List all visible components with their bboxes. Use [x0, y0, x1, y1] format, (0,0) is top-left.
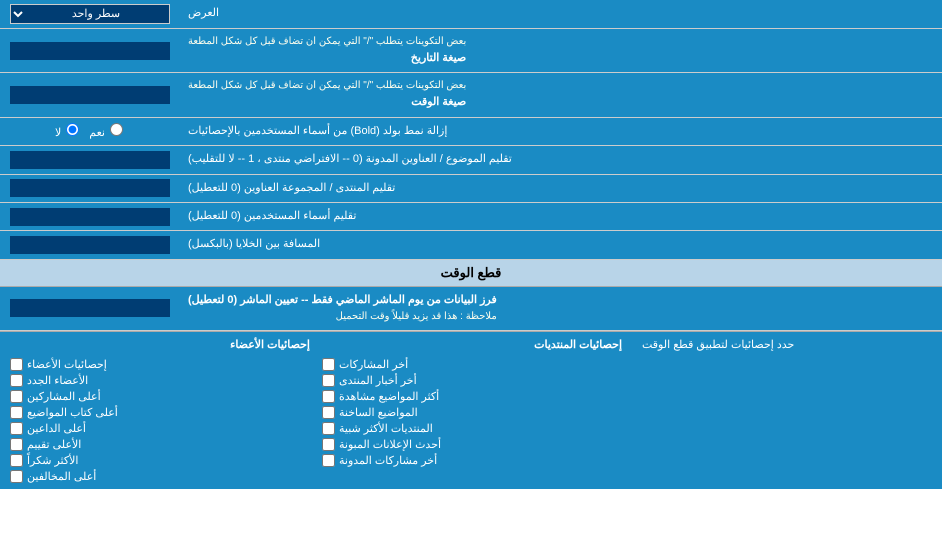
radio-yes-label[interactable]: نعم	[89, 123, 125, 139]
time-cut-input-cell: 0	[0, 287, 180, 330]
usernames-row: تقليم أسماء المستخدمين (0 للتعطيل) 0	[0, 203, 942, 231]
topics-titles-input[interactable]: 33	[10, 151, 170, 169]
checkbox-item: أحدث الإعلانات المبونة	[322, 438, 622, 451]
chk-last-posts[interactable]	[322, 358, 335, 371]
checkbox-item: أخر أخبار المنتدى	[322, 374, 622, 387]
radio-yes[interactable]	[110, 123, 123, 136]
checkbox-item: أعلى المخالفين	[10, 470, 310, 483]
checkboxes-area: إحصائيات المنتديات أخر المشاركات أخر أخب…	[0, 332, 632, 489]
chk-top-posters[interactable]	[10, 390, 23, 403]
checkbox-item: أعلى الداعين	[10, 422, 310, 435]
date-format-input-cell: d-m	[0, 29, 180, 72]
chk-hot-topics[interactable]	[322, 406, 335, 419]
chk-new-members[interactable]	[10, 374, 23, 387]
checkbox-item: أعلى المشاركين	[10, 390, 310, 403]
cell-spacing-label: المسافة بين الخلايا (بالبكسل)	[180, 231, 942, 258]
stats-section: حدد إحصائيات لتطبيق قطع الوقت إحصائيات ا…	[0, 331, 942, 489]
cell-spacing-input[interactable]: 2	[10, 236, 170, 254]
usernames-input[interactable]: 0	[10, 208, 170, 226]
forum-group-input[interactable]: 33	[10, 179, 170, 197]
usernames-label: تقليم أسماء المستخدمين (0 للتعطيل)	[180, 203, 942, 230]
chk-most-thanked[interactable]	[10, 454, 23, 467]
time-format-input[interactable]: H:i	[10, 86, 170, 104]
chk-top-topic-writers[interactable]	[10, 406, 23, 419]
member-stats-col: إحصائيات الأعضاء إحصائيات الأعضاء الأعضا…	[4, 336, 316, 485]
forum-group-row: تقليم المنتدى / المجموعة العناوين (0 للت…	[0, 175, 942, 203]
header-input-cell: سطر واحد سطران ثلاثة أسطر	[0, 0, 180, 28]
col1-header: إحصائيات المنتديات	[322, 338, 622, 351]
stats-apply-label: حدد إحصائيات لتطبيق قطع الوقت	[632, 332, 942, 489]
time-format-input-cell: H:i	[0, 73, 180, 116]
checkbox-item: الأعلى تقييم	[10, 438, 310, 451]
radio-no-label[interactable]: لا	[55, 123, 81, 139]
bold-remove-radio-cell: نعم لا	[0, 118, 180, 145]
checkbox-item: إحصائيات الأعضاء	[10, 358, 310, 371]
chk-top-inviters[interactable]	[10, 422, 23, 435]
time-cut-input[interactable]: 0	[10, 299, 170, 317]
col2-header: إحصائيات الأعضاء	[10, 338, 310, 351]
topics-titles-row: تقليم الموضوع / العناوين المدونة (0 -- ا…	[0, 146, 942, 174]
chk-top-rated[interactable]	[10, 438, 23, 451]
checkbox-item: الأكثر شكراً	[10, 454, 310, 467]
header-row: العرض سطر واحد سطران ثلاثة أسطر	[0, 0, 942, 29]
date-format-label: بعض التكوينات يتطلب "/" التي يمكن ان تضا…	[180, 29, 942, 72]
topics-titles-label: تقليم الموضوع / العناوين المدونة (0 -- ا…	[180, 146, 942, 173]
bold-remove-label: إزالة نمط بولد (Bold) من أسماء المستخدمي…	[180, 118, 942, 145]
forum-group-label: تقليم المنتدى / المجموعة العناوين (0 للت…	[180, 175, 942, 202]
chk-announcements[interactable]	[322, 438, 335, 451]
chk-popular-forums[interactable]	[322, 422, 335, 435]
checkbox-item: أخر مشاركات المدونة	[322, 454, 622, 467]
checkbox-item: المواضيع الساخنة	[322, 406, 622, 419]
topics-titles-input-cell: 33	[0, 146, 180, 173]
date-format-row: بعض التكوينات يتطلب "/" التي يمكن ان تضا…	[0, 29, 942, 73]
date-format-input[interactable]: d-m	[10, 42, 170, 60]
chk-top-violators[interactable]	[10, 470, 23, 483]
checkbox-item: أعلى كتاب المواضيع	[10, 406, 310, 419]
usernames-input-cell: 0	[0, 203, 180, 230]
checkbox-item: الأعضاء الجدد	[10, 374, 310, 387]
radio-no[interactable]	[66, 123, 79, 136]
forum-stats-col: إحصائيات المنتديات أخر المشاركات أخر أخب…	[316, 336, 628, 485]
main-container: العرض سطر واحد سطران ثلاثة أسطر بعض التك…	[0, 0, 942, 489]
checkbox-item: أخر المشاركات	[322, 358, 622, 371]
time-cut-row: فرز البيانات من يوم الماشر الماضي فقط --…	[0, 287, 942, 331]
cell-spacing-row: المسافة بين الخلايا (بالبكسل) 2	[0, 231, 942, 259]
time-cut-section-header: قطع الوقت	[0, 260, 942, 287]
checkbox-item: أكثر المواضيع مشاهدة	[322, 390, 622, 403]
display-select[interactable]: سطر واحد سطران ثلاثة أسطر	[10, 4, 170, 24]
time-format-row: بعض التكوينات يتطلب "/" التي يمكن ان تضا…	[0, 73, 942, 117]
chk-most-viewed[interactable]	[322, 390, 335, 403]
chk-last-news[interactable]	[322, 374, 335, 387]
bold-remove-row: إزالة نمط بولد (Bold) من أسماء المستخدمي…	[0, 118, 942, 146]
time-cut-label: فرز البيانات من يوم الماشر الماضي فقط --…	[180, 287, 942, 330]
header-label: العرض	[180, 0, 942, 28]
cell-spacing-input-cell: 2	[0, 231, 180, 258]
chk-last-blog-posts[interactable]	[322, 454, 335, 467]
forum-group-input-cell: 33	[0, 175, 180, 202]
chk-member-stats[interactable]	[10, 358, 23, 371]
checkbox-item: المنتديات الأكثر شبية	[322, 422, 622, 435]
time-format-label: بعض التكوينات يتطلب "/" التي يمكن ان تضا…	[180, 73, 942, 116]
